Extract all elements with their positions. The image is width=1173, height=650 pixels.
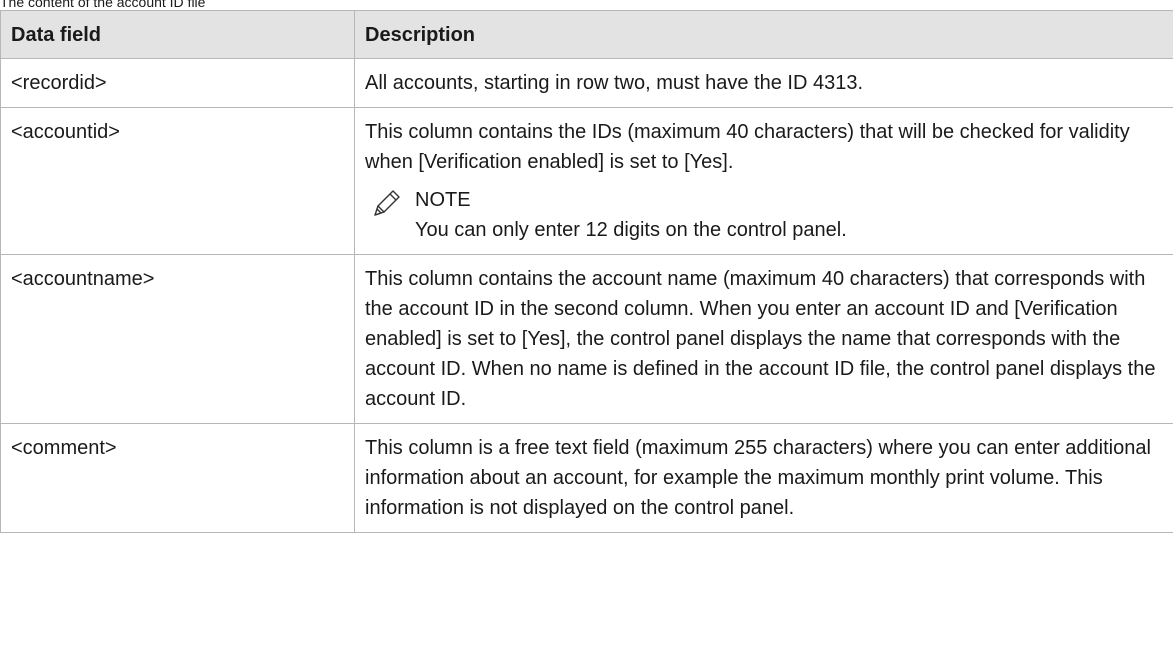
table-row: <accountname> This column contains the a… xyxy=(0,254,1173,424)
note-text: You can only enter 12 digits on the cont… xyxy=(415,219,847,241)
field-cell: <accountname> xyxy=(0,254,355,424)
field-cell: <recordid> xyxy=(0,58,355,108)
table-caption: The content of the account ID file xyxy=(0,0,206,10)
description-text: This column contains the account name (m… xyxy=(365,268,1156,410)
description-text: All accounts, starting in row two, must … xyxy=(365,72,864,94)
description-text: This column contains the IDs (maximum 40… xyxy=(365,121,1130,173)
table-row: <recordid> All accounts, starting in row… xyxy=(0,58,1173,108)
table-header-row: Data field Description xyxy=(0,10,1173,59)
description-cell: All accounts, starting in row two, must … xyxy=(354,58,1173,108)
table-row: <comment> This column is a free text fie… xyxy=(0,423,1173,533)
note-block: NOTE You can only enter 12 digits on the… xyxy=(365,185,1173,245)
pencil-icon xyxy=(369,187,403,221)
note-title: NOTE xyxy=(415,189,471,211)
account-id-file-table: Data field Description <recordid> All ac… xyxy=(0,10,1173,533)
description-cell: This column is a free text field (maximu… xyxy=(354,423,1173,533)
description-cell: This column contains the IDs (maximum 40… xyxy=(354,107,1173,255)
field-cell: <comment> xyxy=(0,423,355,533)
description-cell: This column contains the account name (m… xyxy=(354,254,1173,424)
field-cell: <accountid> xyxy=(0,107,355,255)
table-row: <accountid> This column contains the IDs… xyxy=(0,107,1173,255)
header-data-field: Data field xyxy=(0,10,355,59)
description-text: This column is a free text field (maximu… xyxy=(365,437,1151,519)
header-description: Description xyxy=(354,10,1173,59)
